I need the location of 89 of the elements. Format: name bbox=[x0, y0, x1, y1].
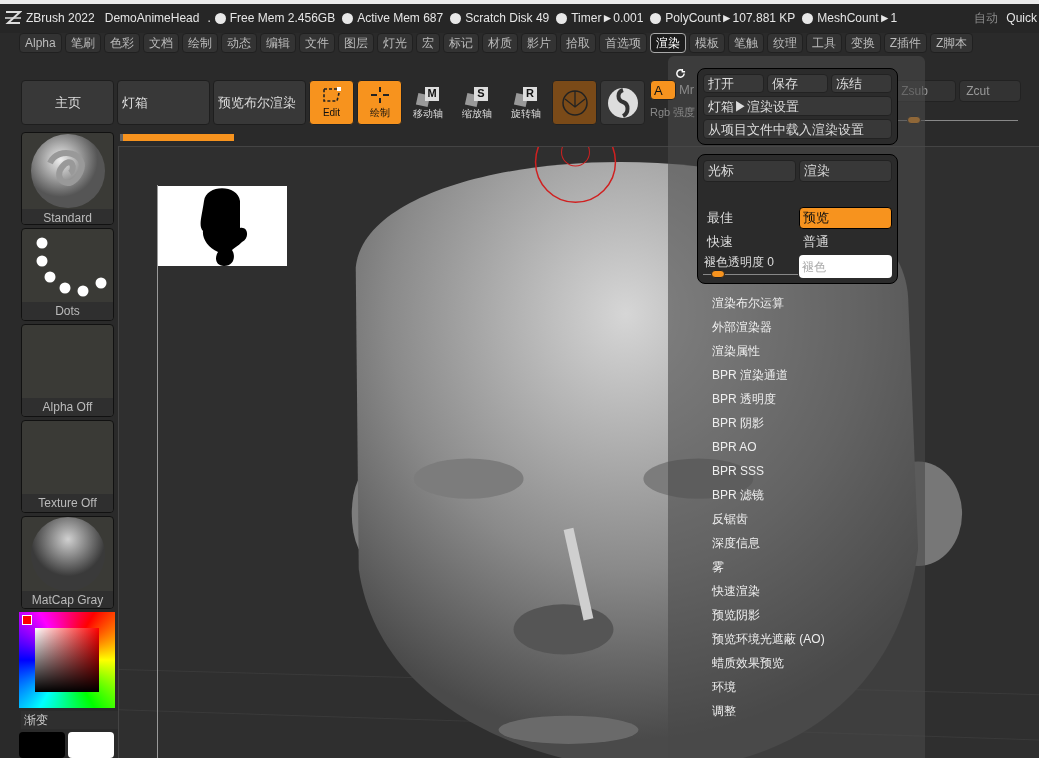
menu-item[interactable]: 文档 bbox=[142, 33, 179, 54]
palette-section[interactable]: 预览环境光遮蔽 (AO) bbox=[712, 627, 825, 651]
menu-item[interactable]: 绘制 bbox=[181, 33, 218, 54]
separator-text: . bbox=[207, 10, 211, 28]
tile[interactable]: Alpha Off bbox=[21, 324, 114, 417]
palette-section[interactable]: 快速渲染 bbox=[712, 579, 825, 603]
menu-item[interactable]: 编辑 bbox=[259, 33, 296, 54]
channel-button[interactable]: A bbox=[650, 80, 676, 100]
palette-button[interactable]: 光标 bbox=[703, 160, 796, 182]
axis-button[interactable]: M 移动轴 bbox=[405, 80, 451, 125]
status-text: Scratch Disk 49 bbox=[465, 10, 550, 28]
tile-label: Alpha Off bbox=[22, 398, 113, 416]
status-text: Active Mem 687 bbox=[357, 10, 444, 28]
status-text: PolyCount►107.881 KP bbox=[665, 10, 796, 28]
menu-item[interactable]: 灯光 bbox=[376, 33, 413, 54]
palette-section[interactable]: BPR 阴影 bbox=[712, 411, 825, 435]
palette-button[interactable]: 保存 bbox=[767, 74, 828, 93]
tile[interactable]: Texture Off bbox=[21, 420, 114, 513]
toolbar-button[interactable]: 预览布尔渲染 bbox=[213, 80, 306, 125]
menu-item[interactable]: 笔触 bbox=[727, 33, 764, 54]
menu-item[interactable]: 纹理 bbox=[766, 33, 803, 54]
tile[interactable]: Standard bbox=[21, 132, 114, 225]
render-mode-button[interactable]: 预览 bbox=[799, 207, 892, 229]
menu-item[interactable]: 文件 bbox=[298, 33, 335, 54]
palette-section[interactable]: BPR 透明度 bbox=[712, 387, 825, 411]
render-mode-button[interactable]: 普通 bbox=[799, 231, 892, 253]
menu-item[interactable]: 工具 bbox=[805, 33, 842, 54]
tile-label: Dots bbox=[22, 302, 113, 320]
palette-button[interactable]: 灯箱▶渲染设置 bbox=[703, 96, 892, 116]
palette-section[interactable]: 蜡质效果预览 bbox=[712, 651, 825, 675]
palette-button[interactable]: 冻结 bbox=[831, 74, 892, 93]
menu-item[interactable]: 渲染 bbox=[649, 33, 686, 54]
z-toggle-button[interactable]: Zcut bbox=[959, 80, 1022, 102]
status-text: Timer►0.001 bbox=[571, 10, 644, 28]
palette-section[interactable]: 反锯齿 bbox=[712, 507, 825, 531]
palette-section[interactable]: 环境 bbox=[712, 675, 825, 699]
palette-button[interactable]: 从项目文件中载入渲染设置 bbox=[703, 119, 892, 139]
menu-item[interactable]: 标记 bbox=[442, 33, 479, 54]
palette-section[interactable]: 外部渲染器 bbox=[712, 315, 825, 339]
quick-label: Quick bbox=[1006, 10, 1037, 28]
palette-section[interactable]: 调整 bbox=[712, 699, 825, 723]
menu-item[interactable]: 影片 bbox=[520, 33, 557, 54]
toolbar-button[interactable]: 主页 bbox=[21, 80, 114, 125]
menu-item[interactable]: 笔刷 bbox=[64, 33, 101, 54]
palette-section[interactable]: 预览阴影 bbox=[712, 603, 825, 627]
tool-button[interactable]: 绘制 bbox=[357, 80, 402, 125]
gradient-label[interactable]: 渐变 bbox=[21, 711, 118, 729]
fade-opacity-label: 褪色透明度 0 bbox=[703, 255, 776, 270]
status-text: Free Mem 2.456GB bbox=[229, 10, 336, 28]
menu-item[interactable]: 图层 bbox=[337, 33, 374, 54]
auto-label: 自动 bbox=[974, 10, 999, 28]
menu-item[interactable]: 动态 bbox=[220, 33, 257, 54]
menu-item[interactable]: 拾取 bbox=[559, 33, 596, 54]
rgb-intensity-label: Rgb 强度 bbox=[650, 105, 696, 120]
palette-button[interactable]: 打开 bbox=[703, 74, 764, 93]
palette-section[interactable]: BPR 滤镜 bbox=[712, 483, 825, 507]
axis-button[interactable]: R 旋转轴 bbox=[503, 80, 549, 125]
menu-item[interactable]: Z脚本 bbox=[930, 33, 974, 54]
palette-section[interactable]: 深度信息 bbox=[712, 531, 825, 555]
status-text: MeshCount►1 bbox=[817, 10, 898, 28]
menu-item[interactable]: 色彩 bbox=[103, 33, 140, 54]
fade-color-field[interactable]: 褪色 bbox=[799, 255, 892, 278]
menu-item[interactable]: 宏 bbox=[415, 33, 440, 54]
menu-item[interactable]: 模板 bbox=[688, 33, 725, 54]
palette-button[interactable]: 渲染 bbox=[799, 160, 892, 182]
render-mode-button[interactable]: 最佳 bbox=[703, 207, 796, 229]
tile[interactable]: Dots bbox=[21, 228, 114, 321]
render-mode-button[interactable]: 快速 bbox=[703, 231, 796, 253]
palette-section[interactable]: 雾 bbox=[712, 555, 825, 579]
menu-item[interactable]: 材质 bbox=[481, 33, 518, 54]
menu-item[interactable]: 变换 bbox=[844, 33, 881, 54]
palette-section[interactable]: BPR AO bbox=[712, 435, 825, 459]
palette-section[interactable]: 渲染布尔运算 bbox=[712, 291, 825, 315]
tile-label: Texture Off bbox=[22, 494, 113, 512]
toolbar-button[interactable]: 灯箱 bbox=[117, 80, 210, 125]
tile-label: Standard bbox=[22, 209, 113, 224]
palette-section[interactable]: BPR 渲染通道 bbox=[712, 363, 825, 387]
tile-label: MatCap Gray bbox=[22, 591, 113, 608]
app-title: ZBrush 2022 bbox=[26, 10, 95, 28]
axis-button[interactable]: S 缩放轴 bbox=[454, 80, 500, 125]
menu-item[interactable]: Z插件 bbox=[883, 33, 928, 54]
tile[interactable]: MatCap Gray bbox=[21, 516, 114, 609]
channel-label: Mr bbox=[679, 81, 695, 99]
palette-section[interactable]: 渲染属性 bbox=[712, 339, 825, 363]
palette-section[interactable]: BPR SSS bbox=[712, 459, 825, 483]
menu-item[interactable]: Alpha bbox=[19, 33, 62, 54]
tool-button[interactable]: Edit bbox=[309, 80, 354, 125]
menu-item[interactable]: 首选项 bbox=[598, 33, 647, 54]
document-name: DemoAnimeHead bbox=[104, 10, 200, 28]
